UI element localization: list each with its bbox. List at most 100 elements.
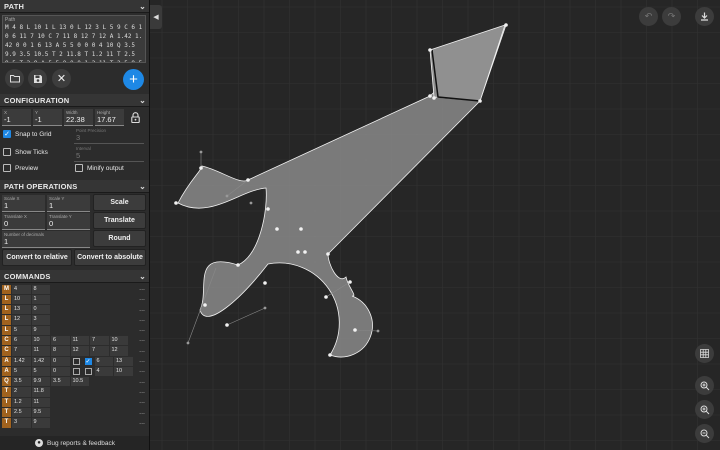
command-value[interactable]: 10.5 [70,377,89,387]
y-value[interactable]: -1 [35,115,60,124]
more-options-icon[interactable]: ... [139,397,145,406]
command-letter[interactable]: T [2,408,11,418]
command-value[interactable]: 3 [31,315,50,325]
command-value[interactable]: 9 [31,418,50,428]
scale-x-value[interactable]: 1 [4,201,43,210]
decimals-value[interactable]: 1 [4,237,88,246]
command-value[interactable]: 10 [109,335,128,346]
arc-flag-checkbox[interactable] [84,368,92,376]
command-letter[interactable]: A [2,356,11,366]
command-row[interactable]: L 12 3... [2,315,148,325]
path-section-header[interactable]: PATH ⌄ [0,0,149,13]
more-options-icon[interactable]: ... [139,284,145,293]
command-value[interactable]: 10 [31,335,50,346]
command-value[interactable]: 5 [12,366,31,377]
command-value[interactable]: 11 [31,346,50,356]
chevron-down-icon[interactable]: ⌄ [139,96,146,105]
command-value[interactable]: 4 [94,366,113,377]
zoom-out-button[interactable] [695,424,714,443]
command-value[interactable]: 1.2 [12,397,31,408]
more-options-icon[interactable]: ... [139,387,145,396]
path-text[interactable]: M 4 8 L 10 1 L 13 0 L 12 3 L 5 9 C 6 10 … [5,23,143,62]
command-letter[interactable]: T [2,397,11,408]
chevron-down-icon[interactable]: ⌄ [139,182,146,191]
command-value[interactable]: 5 [12,325,31,335]
commands-section-header[interactable]: COMMANDS ⌄ [0,270,149,283]
command-value[interactable]: 1.42 [31,356,50,366]
command-value[interactable]: 10 [12,294,31,305]
show-ticks-checkbox[interactable]: Show Ticks [3,148,48,156]
arc-flag-checkbox[interactable] [72,368,80,376]
command-value[interactable]: 3.5 [12,377,31,387]
lock-aspect-button[interactable] [129,110,142,124]
command-value[interactable]: 7 [90,335,109,346]
command-value[interactable]: 7 [90,346,109,356]
command-value[interactable]: 13 [12,305,31,315]
command-value[interactable]: 5 [31,366,50,377]
arc-flag-checkbox[interactable] [72,357,80,365]
command-value[interactable]: 0 [51,366,70,377]
snap-to-grid-checkbox[interactable]: ✓ Snap to Grid [3,130,52,138]
translate-x-field[interactable]: Translate X 0 [2,213,45,230]
more-options-icon[interactable]: ... [139,325,145,334]
command-value[interactable]: 3.5 [51,377,70,387]
download-button[interactable] [695,7,714,26]
more-options-icon[interactable]: ... [139,366,145,375]
scale-button[interactable]: Scale [93,194,146,211]
command-row[interactable]: T 2 11.8... [2,387,148,397]
more-options-icon[interactable]: ... [139,356,145,365]
command-value[interactable]: 10 [114,366,133,377]
chevron-down-icon[interactable]: ⌄ [139,272,146,281]
toggle-grid-button[interactable] [695,344,714,363]
open-button[interactable] [5,69,24,88]
command-value[interactable]: 12 [70,346,89,356]
footer-link[interactable]: ● Bug reports & feedback [0,436,149,450]
command-row[interactable]: A 5 5 0 4 10... [2,366,148,377]
command-letter[interactable]: Q [2,377,11,387]
more-options-icon[interactable]: ... [139,346,145,355]
height-value[interactable]: 17.67 [97,115,122,124]
command-letter[interactable]: L [2,315,11,325]
x-field[interactable]: X -1 [2,109,31,126]
command-value[interactable]: 12 [12,315,31,325]
minify-output-checkbox[interactable]: Minify output [75,164,124,172]
footer-label[interactable]: Bug reports & feedback [47,440,115,447]
translate-y-value[interactable]: 0 [49,219,88,228]
translate-button[interactable]: Translate [93,212,146,229]
translate-y-field[interactable]: Translate Y 0 [47,213,90,230]
command-row[interactable]: C 6 10 6 11 7 10... [2,335,148,346]
command-value[interactable]: 7 [12,346,31,356]
convert-to-absolute-button[interactable]: Convert to absolute [74,249,146,266]
command-row[interactable]: L 5 9... [2,325,148,335]
command-value[interactable]: 3 [12,418,31,428]
undo-button[interactable]: ↶ [639,7,658,26]
command-row[interactable]: C 7 11 8 12 7 12... [2,346,148,356]
command-letter[interactable]: T [2,418,11,428]
command-value[interactable]: 1.42 [12,356,31,366]
configuration-section-header[interactable]: CONFIGURATION ⌄ [0,94,149,107]
command-letter[interactable]: M [2,284,11,294]
command-value[interactable]: 6 [51,335,70,346]
command-row[interactable]: A 1.42 1.42 0 ✓ 6 13... [2,356,148,366]
command-value[interactable]: 9.9 [31,377,50,387]
command-row[interactable]: M 4 8... [2,284,148,294]
preview-checkbox[interactable]: Preview [3,164,38,172]
command-letter[interactable]: L [2,325,11,335]
zoom-in-button[interactable] [695,376,714,395]
more-options-icon[interactable]: ... [139,335,145,344]
command-row[interactable]: L 10 1... [2,294,148,305]
command-value[interactable]: 8 [31,284,50,294]
command-value[interactable]: 0 [31,305,50,315]
command-value[interactable]: 11 [70,335,89,346]
command-value[interactable]: 6 [12,335,31,346]
chevron-down-icon[interactable]: ⌄ [139,2,146,11]
command-value[interactable]: 2 [12,387,31,397]
more-options-icon[interactable]: ... [139,315,145,324]
height-field[interactable]: Height 17.67 [95,109,124,126]
command-row[interactable]: T 1.2 11... [2,397,148,408]
command-value[interactable]: 11 [31,397,50,408]
command-value[interactable]: 9.5 [31,408,50,418]
command-letter[interactable]: T [2,387,11,397]
path-textarea[interactable]: Path M 4 8 L 10 1 L 13 0 L 12 3 L 5 9 C … [2,15,146,63]
more-options-icon[interactable]: ... [139,294,145,303]
